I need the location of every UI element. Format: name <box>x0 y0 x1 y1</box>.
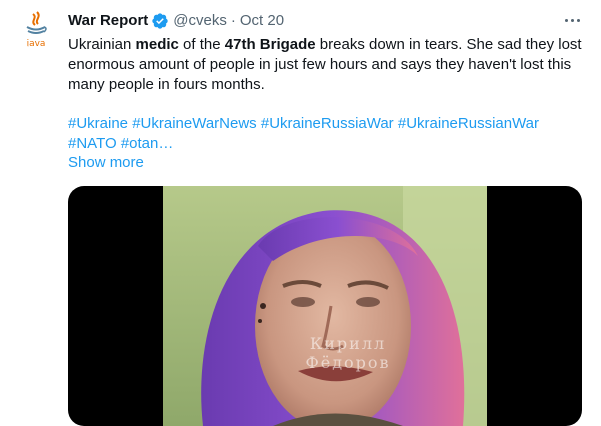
hashtag-link[interactable]: #NATO <box>68 135 117 152</box>
timestamp[interactable]: Oct 20 <box>240 11 284 31</box>
more-options-icon[interactable] <box>561 10 583 30</box>
text-bold-brigade: 47th Brigade <box>224 36 316 53</box>
watermark-line: Кирилл <box>309 334 387 353</box>
hashtag-link[interactable]: #Ukraine <box>68 115 128 132</box>
video-thumbnail-image <box>163 186 487 426</box>
watermark-line: Фёдоров <box>305 353 391 372</box>
hashtag-link[interactable]: #UkraineRussianWar <box>398 115 539 132</box>
tweet-text: Ukrainian medic of the 47th Brigade brea… <box>68 35 583 95</box>
separator-dot: · <box>230 12 236 29</box>
avatar[interactable]: java <box>16 8 56 48</box>
tweet-card[interactable]: java War Report @cveks · Oct 20 Ukrainia… <box>0 0 601 426</box>
hashtag-link[interactable]: #UkraineWarNews <box>132 115 256 132</box>
hashtag-link[interactable]: #UkraineRussiaWar <box>261 115 394 132</box>
show-more-link[interactable]: Show more <box>68 153 144 173</box>
verified-badge-icon <box>151 12 169 30</box>
java-logo-icon: java <box>26 11 47 48</box>
hashtag-link[interactable]: #otan… <box>121 135 174 152</box>
text-segment: Ukrainian <box>68 36 136 53</box>
avatar-text: java <box>26 39 46 48</box>
video-frame: Кирилл Фёдоров <box>163 186 487 426</box>
text-segment: of the <box>178 36 225 53</box>
tweet-header: War Report @cveks · Oct 20 <box>68 10 284 32</box>
video-watermark: Кирилл Фёдоров <box>273 334 423 372</box>
author-handle[interactable]: @cveks <box>173 11 227 31</box>
video-player[interactable]: Кирилл Фёдоров <box>68 186 582 426</box>
author-name[interactable]: War Report <box>68 11 148 31</box>
text-bold-medic: medic <box>135 36 179 53</box>
hashtag-list: #Ukraine #UkraineWarNews #UkraineRussiaW… <box>68 114 583 154</box>
